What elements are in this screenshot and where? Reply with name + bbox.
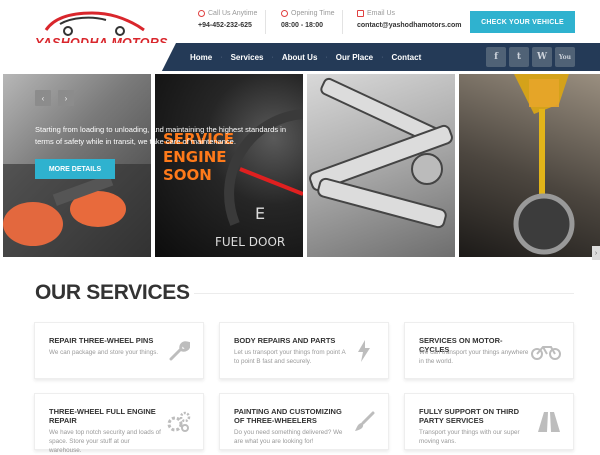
email-us: Email Us contact@yashodhamotors.com (357, 10, 461, 29)
brand-logo[interactable]: YASHODHA MOTORS (35, 8, 167, 50)
nav-logo-notch (0, 43, 176, 71)
service-title: REPAIR THREE-WHEEL PINS (49, 336, 154, 345)
paintbrush-icon (352, 410, 376, 434)
service-title: PAINTING AND CUSTOMIZING OF THREE-WHEELE… (234, 407, 342, 425)
service-desc: Transport your things with our super mov… (419, 429, 520, 445)
service-card[interactable]: SERVICES ON MOTOR-CYCLES We can transpor… (404, 322, 574, 379)
service-desc: Let us transport your things from point … (234, 349, 346, 365)
service-desc: We can package and store your things. (49, 349, 159, 356)
slide-image-wrenches (307, 74, 455, 257)
slider-prev-button[interactable]: ‹ (35, 90, 51, 106)
header: YASHODHA MOTORS Call Us Anytime +94-452-… (0, 0, 600, 50)
call-value[interactable]: +94-452-232-625 (198, 22, 257, 29)
hours-label: Opening Time (291, 10, 335, 17)
youtube-icon[interactable]: You (555, 47, 575, 67)
services-title: OUR SERVICES (35, 281, 190, 304)
clock-icon (281, 10, 288, 17)
hours-value: 08:00 - 18:00 (281, 22, 324, 29)
service-title: FULLY SUPPORT ON THIRD PARTY SERVICES (419, 407, 520, 425)
service-desc: We can transport your things anywhere in… (419, 349, 529, 365)
svg-text:E: E (255, 204, 265, 223)
divider (265, 10, 266, 34)
slider-side-next-button[interactable]: › (592, 246, 600, 260)
wordpress-icon[interactable]: W (532, 47, 552, 67)
slider-next-button[interactable]: › (58, 90, 74, 106)
oil-image (513, 74, 575, 255)
nav-services[interactable]: Services (223, 53, 272, 62)
road-icon (537, 410, 561, 434)
nav-contact[interactable]: Contact (383, 53, 429, 62)
gears-icon (167, 410, 191, 434)
more-details-button[interactable]: MORE DETAILS (35, 159, 115, 179)
slide-image-service-engine: SERVICE ENGINE SOON E FUEL DOOR (155, 74, 303, 257)
service-card[interactable]: BODY REPAIRS AND PARTS Let us transport … (219, 322, 389, 379)
call-label: Call Us Anytime (208, 10, 258, 17)
nav-home[interactable]: Home (182, 53, 220, 62)
hero-slider: SERVICE ENGINE SOON E FUEL DOOR ‹ › Star… (0, 71, 600, 260)
svg-text:SOON: SOON (163, 166, 212, 184)
service-card[interactable]: PAINTING AND CUSTOMIZING OF THREE-WHEELE… (219, 393, 389, 450)
wrench-icon (167, 339, 191, 363)
check-your-vehicle-button[interactable]: CHECK YOUR VEHICLE (470, 11, 575, 33)
title-rule (194, 293, 574, 294)
twitter-icon[interactable]: t (509, 47, 529, 67)
service-title: THREE-WHEEL FULL ENGINE REPAIR (49, 407, 156, 425)
service-card[interactable]: THREE-WHEEL FULL ENGINE REPAIR We have t… (34, 393, 204, 454)
dashboard-image: SERVICE ENGINE SOON E FUEL DOOR (163, 109, 303, 249)
nav-menu: Home · Services · About Us · Our Place · Con… (182, 43, 429, 71)
car-logo-icon (44, 11, 145, 36)
facebook-icon[interactable]: f (486, 47, 506, 67)
wrenches-image (309, 77, 453, 229)
service-card[interactable]: REPAIR THREE-WHEEL PINS We can package a… (34, 322, 204, 379)
service-desc: We have top notch security and loads of … (49, 429, 161, 454)
svg-text:ENGINE: ENGINE (163, 148, 227, 166)
opening-time: Opening Time 08:00 - 18:00 (281, 10, 335, 29)
email-label: Email Us (367, 10, 396, 17)
slide-image-oil-pour (459, 74, 600, 257)
nav-our-place[interactable]: Our Place (328, 53, 381, 62)
main-nav: Home · Services · About Us · Our Place · Con… (0, 43, 600, 71)
nav-about-us[interactable]: About Us (274, 53, 326, 62)
service-card[interactable]: FULLY SUPPORT ON THIRD PARTY SERVICES Tr… (404, 393, 574, 450)
lightning-icon (352, 339, 376, 363)
headset-icon (198, 10, 205, 17)
service-desc: Do you need something delivered? We are … (234, 429, 343, 445)
slide-caption: Starting from loading to unloading, and … (35, 125, 286, 146)
call-us: Call Us Anytime +94-452-232-625 (198, 10, 257, 29)
envelope-icon (357, 10, 364, 17)
svg-text:FUEL DOOR: FUEL DOOR (215, 235, 285, 249)
service-title: BODY REPAIRS AND PARTS (234, 336, 336, 345)
email-value[interactable]: contact@yashodhamotors.com (357, 22, 461, 29)
motorcycle-icon (531, 339, 561, 363)
divider (342, 10, 343, 34)
